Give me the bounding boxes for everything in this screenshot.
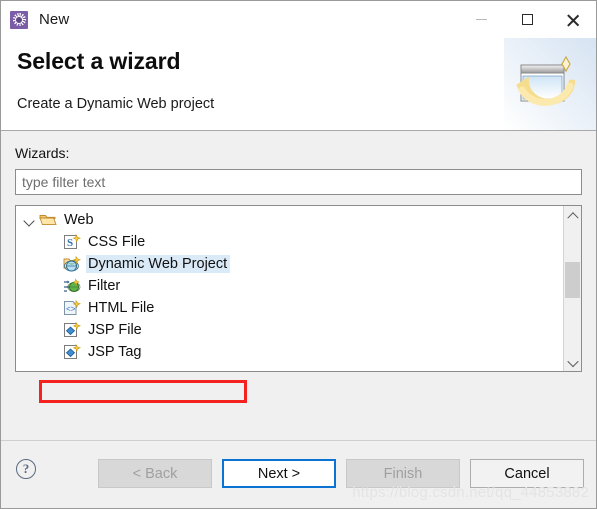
scrollbar-thumb[interactable] [565,262,580,298]
tree-item-label: JSP File [88,322,142,338]
svg-text:<>: <> [66,306,76,315]
back-button[interactable]: < Back [98,459,212,488]
jsp-tag-icon [63,343,82,360]
open-folder-icon [39,212,57,228]
new-wizard-dialog: New Select a wizard Create a Dynamic Web… [0,0,597,509]
eclipse-new-wizard-icon [10,10,28,29]
minimize-button[interactable] [458,1,504,38]
tree-node-web[interactable]: Web [16,209,563,231]
tree-item-label: JSP Tag [88,344,142,360]
wizards-label: Wizards: [15,145,70,161]
wizard-filter-input[interactable] [15,169,582,195]
tree-item-filter[interactable]: Filter [16,275,563,297]
tree-item-partial [16,363,563,371]
tree-item-label: Dynamic Web Project [86,255,231,273]
maximize-icon [521,14,533,25]
scroll-up-icon[interactable] [564,206,581,223]
maximize-button[interactable] [504,1,550,38]
chevron-down-icon[interactable] [23,214,36,227]
close-button[interactable] [550,1,596,38]
help-icon[interactable]: ? [16,459,36,479]
wizard-tree-content: Web S CSS File Dynamic Web Project Filte… [16,206,563,371]
close-icon [566,13,580,27]
scroll-down-icon[interactable] [564,354,581,371]
dialog-footer: ? < Back Next > Finish Cancel https://bl… [1,440,596,508]
dynamic-web-project-icon [63,255,82,272]
finish-button[interactable]: Finish [346,459,460,488]
window-controls [458,1,596,38]
tree-item-jsp-tag[interactable]: JSP Tag [16,341,563,363]
next-button[interactable]: Next > [222,459,336,488]
tree-node-label: Web [64,212,94,228]
wizard-banner-icon [504,38,596,130]
html-file-icon: <> [63,299,82,316]
tree-scrollbar[interactable] [563,206,581,371]
tree-item-label: CSS File [88,234,146,250]
window-title: New [39,11,70,28]
minimize-icon [475,19,487,20]
dialog-header: Select a wizard Create a Dynamic Web pro… [1,38,596,131]
tree-item-label: Filter [88,278,121,294]
css-file-icon: S [63,233,81,250]
button-bar: < Back Next > Finish Cancel [98,459,584,488]
tree-item-css-file[interactable]: S CSS File [16,231,563,253]
tree-item-jsp-file[interactable]: JSP File [16,319,563,341]
svg-text:S: S [67,237,73,249]
cancel-button[interactable]: Cancel [470,459,584,488]
filter-icon [63,278,81,294]
tree-item-dynamic-web-project[interactable]: Dynamic Web Project [16,253,563,275]
title-bar: New [1,1,596,38]
wizard-tree[interactable]: Web S CSS File Dynamic Web Project Filte… [15,205,582,372]
dialog-body: Wizards: Web [1,131,596,470]
tree-item-label: HTML File [88,300,155,316]
jsp-file-icon [63,321,82,338]
annotation-highlight-box [39,380,247,403]
tree-item-html-file[interactable]: <> HTML File [16,297,563,319]
